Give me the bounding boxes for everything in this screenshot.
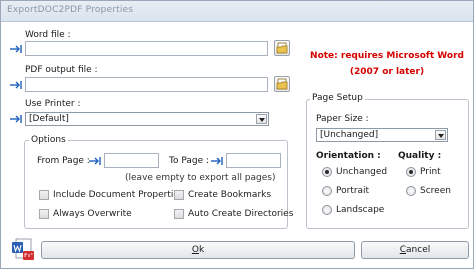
auto-create-dirs-checkbox[interactable] [174,209,184,219]
from-page-label: From Page : [37,156,90,166]
quality-label: Quality : [398,151,442,161]
chevron-down-icon[interactable] [435,130,446,140]
printer-selected-value: [Default] [29,114,69,124]
window-title: ExportDOC2PDF Properties [7,5,134,15]
word-file-browse-button[interactable] [274,40,290,56]
ok-button[interactable]: Ok [41,241,355,259]
requirement-note: Note: requires Microsoft Word (2007 or l… [310,51,464,77]
create-bookmarks-label: Create Bookmarks [188,190,272,200]
arrow-right-icon [89,157,101,165]
open-folder-icon [276,78,288,90]
arrow-right-icon [211,157,223,165]
quality-screen-label: Screen [420,186,451,196]
create-bookmarks-checkbox[interactable] [174,190,184,200]
paper-size-selected-value: [Unchanged] [320,130,379,140]
cancel-button-label: Cancel [399,245,431,255]
orientation-unchanged-label: Unchanged [336,167,388,177]
orientation-unchanged-radio[interactable] [322,167,332,177]
orientation-landscape-radio[interactable] [322,205,332,215]
printer-select[interactable]: [Default] [25,112,269,126]
word-file-input[interactable] [25,41,268,56]
options-group-title: Options [29,135,68,145]
always-overwrite-checkbox[interactable] [39,209,49,219]
title-bar: ExportDOC2PDF Properties [1,1,473,22]
orientation-landscape-label: Landscape [336,205,385,215]
quality-print-label: Print [420,167,441,177]
chevron-down-icon[interactable] [256,114,267,124]
to-page-label: To Page : [169,156,210,166]
pdf-output-label: PDF output file : [25,65,98,75]
include-doc-props-checkbox[interactable] [39,190,49,200]
properties-window: ExportDOC2PDF Properties Word file : PDF… [0,0,474,269]
quality-print-radio[interactable] [406,167,416,177]
arrow-right-icon [10,45,22,53]
orientation-portrait-radio[interactable] [322,186,332,196]
to-page-input[interactable] [226,153,281,168]
from-page-input[interactable] [104,153,159,168]
paper-size-select[interactable]: [Unchanged] [316,128,448,142]
arrow-right-icon [10,115,22,123]
use-printer-label: Use Printer : [25,99,81,109]
ok-button-label: Ok [191,245,205,255]
open-folder-icon [276,42,288,54]
include-doc-props-label: Include Document Properties [53,190,184,200]
page-setup-group-title: Page Setup [310,93,365,103]
word-file-label: Word file : [25,30,71,40]
orientation-label: Orientation : [316,151,381,161]
always-overwrite-label: Always Overwrite [53,209,132,219]
quality-screen-radio[interactable] [406,186,416,196]
arrow-right-icon [10,81,22,89]
page-range-hint: (leave empty to export all pages) [125,173,276,183]
paper-size-label: Paper Size : [316,114,369,124]
pdf-output-browse-button[interactable] [274,76,290,92]
app-logo-icon [12,238,34,260]
orientation-portrait-label: Portrait [336,186,370,196]
auto-create-dirs-label: Auto Create Directories [188,209,294,219]
pdf-output-input[interactable] [25,77,268,92]
cancel-button[interactable]: Cancel [361,241,469,259]
